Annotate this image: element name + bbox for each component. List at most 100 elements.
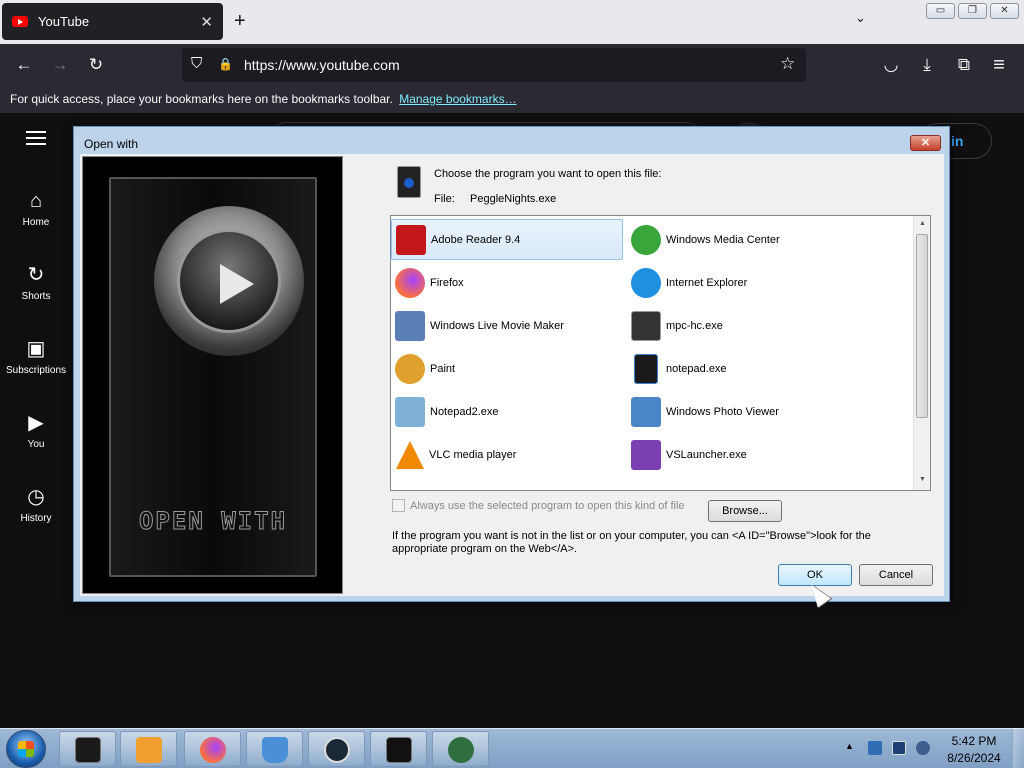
program-notepad[interactable]: notepad.exe — [627, 348, 859, 389]
notepad2-icon — [395, 396, 425, 427]
program-firefox[interactable]: Firefox — [391, 262, 623, 303]
program-list-scrollbar[interactable]: ▲ ▼ — [913, 216, 930, 490]
taskbar-item[interactable] — [370, 731, 427, 767]
tray-app-icon[interactable] — [868, 741, 882, 755]
show-desktop-button[interactable] — [1012, 729, 1024, 768]
forward-icon[interactable]: → — [49, 54, 71, 76]
program-vlc[interactable]: VLC media player — [391, 434, 623, 475]
navigation-toolbar: ← → ↻ ⛉ 🔒 https://www.youtube.com ☆ ◡ ⤓ … — [0, 44, 1024, 86]
vslauncher-icon — [631, 439, 661, 470]
dialog-title: Open with — [84, 137, 139, 151]
program-notepad2[interactable]: Notepad2.exe — [391, 391, 623, 432]
show-hidden-icons-icon[interactable]: ▲ — [845, 741, 854, 751]
program-mpc-hc[interactable]: mpc-hc.exe — [627, 305, 859, 346]
star-icon[interactable]: ☆ — [780, 54, 795, 74]
bookmarks-hint: For quick access, place your bookmarks h… — [10, 92, 393, 106]
nav-home-label: Home — [22, 217, 50, 228]
program-label: Notepad2.exe — [430, 405, 499, 418]
nav-shorts-label: Shorts — [21, 291, 51, 302]
nav-subscriptions-label: Subscriptions — [5, 365, 67, 376]
play-disc-icon — [154, 206, 304, 356]
subscriptions-icon: ▣ — [26, 338, 46, 360]
program-windows-media-center[interactable]: Windows Media Center — [627, 219, 859, 260]
nav-shorts[interactable]: ↻ Shorts — [0, 265, 72, 302]
program-photo-viewer[interactable]: Windows Photo Viewer — [627, 391, 859, 432]
banner-frame: OPEN WITH — [109, 177, 317, 577]
nav-history-label: History — [20, 513, 52, 524]
url-bar[interactable]: ⛉ 🔒 https://www.youtube.com ☆ — [182, 48, 806, 82]
hamburger-menu-icon[interactable] — [26, 131, 46, 145]
scroll-down-icon[interactable]: ▼ — [919, 476, 926, 483]
start-button[interactable] — [6, 730, 46, 768]
app-menu-icon[interactable]: ≡ — [988, 54, 1010, 76]
program-paint[interactable]: Paint — [391, 348, 623, 389]
file-type-icon — [397, 166, 421, 198]
steam-icon — [324, 737, 350, 763]
taskbar-item[interactable] — [432, 731, 489, 767]
clock-date[interactable]: 8/26/2024 — [944, 751, 1004, 765]
tab-close-icon[interactable]: ✕ — [200, 13, 213, 31]
file-label: File: — [434, 193, 455, 205]
taskbar-item[interactable] — [308, 731, 365, 767]
lock-icon[interactable]: 🔒 — [218, 57, 233, 71]
program-label: Windows Media Center — [666, 233, 780, 246]
program-label: Paint — [430, 362, 456, 375]
program-movie-maker[interactable]: Windows Live Movie Maker — [391, 305, 623, 346]
volume-icon[interactable] — [916, 741, 930, 755]
nav-history[interactable]: ◷ History — [0, 487, 72, 524]
game-app-icon — [448, 737, 474, 763]
program-list[interactable]: Adobe Reader 9.4 Windows Media Center Fi… — [390, 215, 931, 491]
url-text[interactable]: https://www.youtube.com — [244, 57, 400, 73]
program-label: Windows Photo Viewer — [666, 405, 779, 418]
minimize-button[interactable]: ▭ — [926, 3, 955, 19]
taskbar-item[interactable] — [120, 731, 177, 767]
clock-time[interactable]: 5:42 PM — [944, 734, 1004, 748]
close-window-button[interactable]: ✕ — [990, 3, 1019, 19]
taskbar-item[interactable] — [184, 731, 241, 767]
banner-text: OPEN WITH — [138, 507, 288, 536]
notepad-icon — [634, 353, 658, 384]
nav-you-label: You — [27, 439, 45, 450]
nav-subscriptions[interactable]: ▣ Subscriptions — [0, 339, 72, 376]
program-label: Windows Live Movie Maker — [430, 319, 564, 332]
nav-home[interactable]: ⌂ Home — [0, 191, 72, 228]
taskbar-item[interactable] — [59, 731, 116, 767]
program-vslauncher[interactable]: VSLauncher.exe — [627, 434, 859, 475]
home-icon: ⌂ — [29, 190, 43, 212]
manage-bookmarks-link[interactable]: Manage bookmarks… — [399, 92, 516, 106]
program-label: notepad.exe — [666, 362, 727, 375]
tab-youtube[interactable]: YouTube ✕ — [2, 3, 223, 40]
pocket-icon[interactable]: ◡ — [880, 54, 902, 76]
firefox-icon — [395, 267, 425, 298]
scrollbar-thumb[interactable] — [916, 234, 928, 418]
nav-you[interactable]: ▶ You — [0, 413, 72, 450]
shield-icon[interactable]: ⛉ — [191, 55, 202, 72]
scroll-up-icon[interactable]: ▲ — [919, 220, 926, 227]
vlc-icon — [396, 440, 424, 469]
open-with-dialog: Open with ✕ OPEN WITH Choose the program… — [73, 126, 950, 602]
network-icon[interactable] — [892, 741, 906, 755]
dialog-body: OPEN WITH Choose the program you want to… — [80, 154, 944, 596]
program-internet-explorer[interactable]: Internet Explorer — [627, 262, 859, 303]
downloads-icon[interactable]: ⤓ — [916, 54, 938, 76]
always-use-row: Always use the selected program to open … — [392, 499, 685, 512]
list-all-tabs-icon[interactable]: ⌄ — [855, 10, 866, 26]
play-disc-inner — [177, 229, 281, 333]
extensions-icon[interactable]: ⧉ — [953, 54, 975, 76]
restore-button[interactable]: ❐ — [958, 3, 987, 19]
back-icon[interactable]: ← — [13, 54, 35, 76]
taskbar-item[interactable] — [246, 731, 303, 767]
adobe-reader-icon — [396, 224, 426, 255]
browse-button[interactable]: Browse... — [708, 500, 782, 522]
tab-bar: YouTube ✕ + ⌄ ▭ ❐ ✕ — [0, 0, 1024, 44]
mpc-hc-icon — [631, 310, 661, 341]
new-tab-button[interactable]: + — [234, 9, 246, 33]
dialog-close-button[interactable]: ✕ — [910, 135, 941, 151]
firefox-icon — [200, 737, 226, 763]
program-adobe-reader[interactable]: Adobe Reader 9.4 — [391, 219, 623, 260]
prompt-text: Choose the program you want to open this… — [434, 168, 662, 180]
you-icon: ▶ — [28, 412, 44, 434]
reload-icon[interactable]: ↻ — [85, 54, 107, 76]
cancel-button[interactable]: Cancel — [859, 564, 933, 586]
always-use-checkbox[interactable] — [392, 499, 405, 512]
